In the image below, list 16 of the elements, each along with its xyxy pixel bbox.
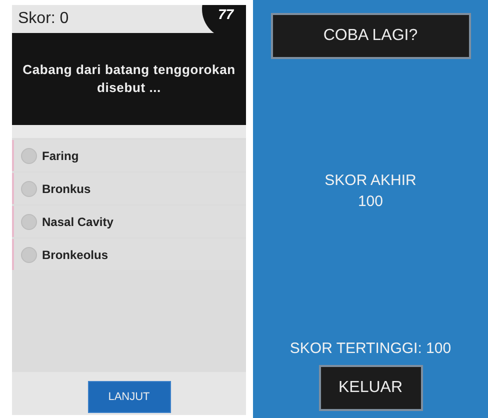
retry-button[interactable]: COBA LAGI?: [270, 13, 470, 59]
final-score-label: SKOR AKHIR: [324, 170, 416, 190]
radio-button[interactable]: [21, 246, 37, 262]
option-label: Faring: [42, 148, 79, 164]
option-label: Nasal Cavity: [42, 214, 114, 230]
score-text: Skor: 0: [18, 9, 69, 29]
high-score-text: SKOR TERTINGGI: 100: [290, 339, 452, 359]
question-text: Cabang dari batang tenggorokan disebut ...: [22, 61, 236, 97]
radio-button[interactable]: [21, 148, 37, 164]
option-label: Bronkus: [42, 180, 91, 198]
final-score-value: 100: [358, 192, 383, 212]
radio-button[interactable]: [21, 214, 37, 230]
exit-button[interactable]: KELUAR: [318, 365, 422, 411]
next-button[interactable]: LANJUT: [88, 381, 170, 413]
radio-button[interactable]: [21, 180, 37, 196]
option-label: Bronkeolus: [42, 246, 108, 264]
